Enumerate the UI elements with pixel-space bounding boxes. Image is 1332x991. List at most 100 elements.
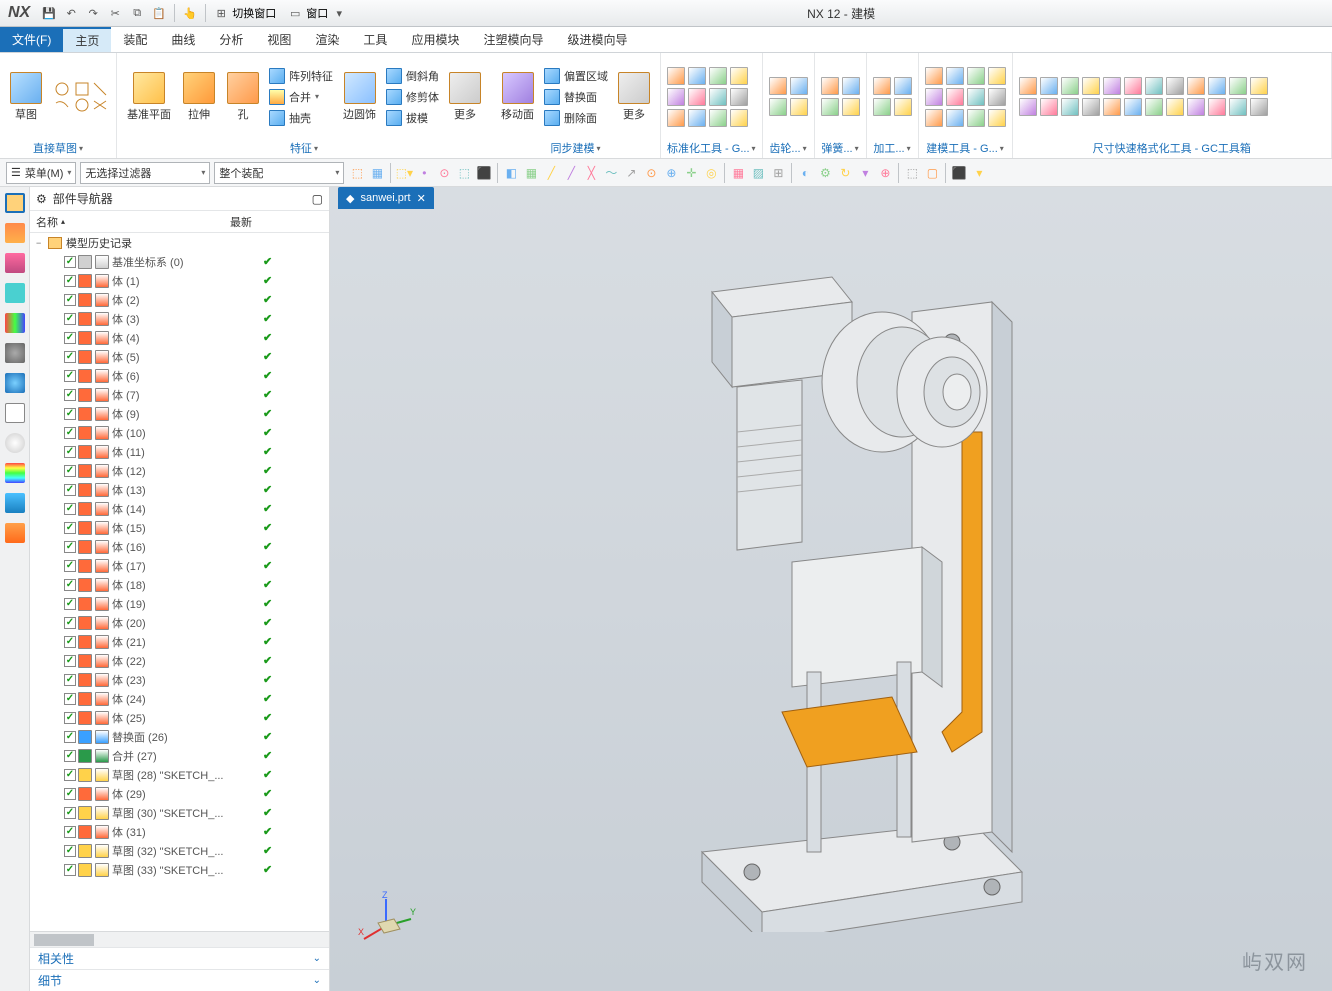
unite-button[interactable]: 合并▾ [267, 88, 335, 106]
tree-item[interactable]: 体 (4)✔ [30, 328, 329, 347]
checkbox-icon[interactable] [64, 313, 76, 325]
horizontal-scrollbar[interactable] [30, 931, 329, 947]
more-feature-button[interactable]: 更多 [445, 70, 485, 124]
selection-tool-icon[interactable]: ╳ [582, 164, 600, 182]
ribbon-tool-icon[interactable] [1082, 77, 1100, 95]
checkbox-icon[interactable] [64, 560, 76, 572]
ribbon-tool-icon[interactable] [873, 77, 891, 95]
delete-face-button[interactable]: 删除面 [542, 109, 610, 127]
redo-icon[interactable]: ↷ [84, 4, 102, 22]
ribbon-tool-icon[interactable] [1229, 98, 1247, 116]
tree-item[interactable]: 体 (13)✔ [30, 480, 329, 499]
tree-item[interactable]: 体 (7)✔ [30, 385, 329, 404]
checkbox-icon[interactable] [64, 465, 76, 477]
pattern-feature-button[interactable]: 阵列特征 [267, 67, 335, 85]
selection-tool-icon[interactable]: • [415, 164, 433, 182]
selection-scope-combo[interactable]: 整个装配▾ [214, 162, 344, 184]
ribbon-tool-icon[interactable] [1103, 77, 1121, 95]
checkbox-icon[interactable] [64, 370, 76, 382]
checkbox-icon[interactable] [64, 408, 76, 420]
selection-tool-icon[interactable]: ▢ [923, 164, 941, 182]
checkbox-icon[interactable] [64, 864, 76, 876]
checkbox-icon[interactable] [64, 541, 76, 553]
tree-item[interactable]: 体 (22)✔ [30, 651, 329, 670]
trim-body-button[interactable]: 修剪体 [384, 88, 441, 106]
ribbon-tool-icon[interactable] [1187, 77, 1205, 95]
edge-blend-button[interactable]: 边圆饰 [339, 70, 380, 124]
menu-tab-9[interactable]: 级进模向导 [555, 27, 639, 52]
pin-icon[interactable]: ▢ [312, 192, 323, 206]
ribbon-tool-icon[interactable] [1040, 98, 1058, 116]
sketch-shape-icons[interactable] [50, 79, 110, 115]
replace-face-button[interactable]: 替换面 [542, 88, 610, 106]
tree-item[interactable]: 体 (15)✔ [30, 518, 329, 537]
ribbon-tool-icon[interactable] [925, 67, 943, 85]
selection-tool-icon[interactable]: ▦ [522, 164, 540, 182]
tree-item[interactable]: 体 (11)✔ [30, 442, 329, 461]
extrude-button[interactable]: 拉伸 [179, 70, 219, 124]
checkbox-icon[interactable] [64, 769, 76, 781]
selection-tool-icon[interactable]: ～ [602, 164, 620, 182]
view-triad[interactable]: Z Y X [356, 891, 416, 951]
ribbon-tool-icon[interactable] [769, 77, 787, 95]
selection-tool-icon[interactable]: ⬚ [455, 164, 473, 182]
checkbox-icon[interactable] [64, 845, 76, 857]
selection-tool-icon[interactable]: ⊙ [435, 164, 453, 182]
selection-tool-icon[interactable]: ▾ [856, 164, 874, 182]
offset-region-button[interactable]: 偏置区域 [542, 67, 610, 85]
ribbon-tool-icon[interactable] [1082, 98, 1100, 116]
selection-tool-icon[interactable]: ◧ [502, 164, 520, 182]
selection-tool-icon[interactable]: ⬚ [348, 164, 366, 182]
ribbon-tool-icon[interactable] [894, 77, 912, 95]
tree-item[interactable]: 体 (31)✔ [30, 822, 329, 841]
paste-icon[interactable]: 📋 [150, 4, 168, 22]
selection-tool-icon[interactable]: ⬛ [950, 164, 968, 182]
tree-item[interactable]: 体 (29)✔ [30, 784, 329, 803]
ribbon-tool-icon[interactable] [730, 67, 748, 85]
selection-tool-icon[interactable]: ╱ [542, 164, 560, 182]
sheet-icon[interactable] [5, 403, 25, 423]
ribbon-tool-icon[interactable] [688, 67, 706, 85]
ribbon-tool-icon[interactable] [790, 77, 808, 95]
ribbon-tool-icon[interactable] [842, 77, 860, 95]
ribbon-tool-icon[interactable] [1166, 98, 1184, 116]
tree-item[interactable]: 体 (20)✔ [30, 613, 329, 632]
ribbon-tool-icon[interactable] [1229, 77, 1247, 95]
selection-tool-icon[interactable]: ▨ [749, 164, 767, 182]
history-icon[interactable] [5, 433, 25, 453]
checkbox-icon[interactable] [64, 712, 76, 724]
checkbox-icon[interactable] [64, 446, 76, 458]
selection-tool-icon[interactable]: ⬚ [903, 164, 921, 182]
checkbox-icon[interactable] [64, 826, 76, 838]
datum-plane-button[interactable]: 基准平面 [123, 70, 175, 124]
tree-item[interactable]: 替换面 (26)✔ [30, 727, 329, 746]
part-navigator-icon[interactable] [5, 193, 25, 213]
selection-tool-icon[interactable]: ⊞ [769, 164, 787, 182]
selection-tool-icon[interactable]: ◐ [796, 164, 814, 182]
selection-tool-icon[interactable]: ⚙ [816, 164, 834, 182]
ribbon-tool-icon[interactable] [946, 88, 964, 106]
detail-section[interactable]: 细节⌄ [30, 969, 329, 991]
ribbon-tool-icon[interactable] [1061, 98, 1079, 116]
tree-item[interactable]: 体 (19)✔ [30, 594, 329, 613]
tree-item[interactable]: 体 (14)✔ [30, 499, 329, 518]
selection-tool-icon[interactable]: ▦ [368, 164, 386, 182]
tree-item[interactable]: 体 (21)✔ [30, 632, 329, 651]
ribbon-tool-icon[interactable] [688, 88, 706, 106]
menu-tab-4[interactable]: 视图 [255, 27, 303, 52]
draft-button[interactable]: 拔模 [384, 109, 441, 127]
render-icon[interactable] [5, 523, 25, 543]
save-icon[interactable]: 💾 [40, 4, 58, 22]
roles-icon[interactable] [5, 313, 25, 333]
tree-item[interactable]: 体 (17)✔ [30, 556, 329, 575]
file-menu[interactable]: 文件(F) [0, 27, 63, 52]
ribbon-tool-icon[interactable] [1124, 77, 1142, 95]
selection-tool-icon[interactable]: ⊕ [662, 164, 680, 182]
tree-item[interactable]: 草图 (32) "SKETCH_...✔ [30, 841, 329, 860]
ribbon-tool-icon[interactable] [1166, 77, 1184, 95]
checkbox-icon[interactable] [64, 294, 76, 306]
selection-tool-icon[interactable]: ⊕ [876, 164, 894, 182]
ribbon-tool-icon[interactable] [988, 109, 1006, 127]
document-tab[interactable]: ◆ sanwei.prt ✕ [338, 187, 434, 209]
ribbon-tool-icon[interactable] [730, 109, 748, 127]
